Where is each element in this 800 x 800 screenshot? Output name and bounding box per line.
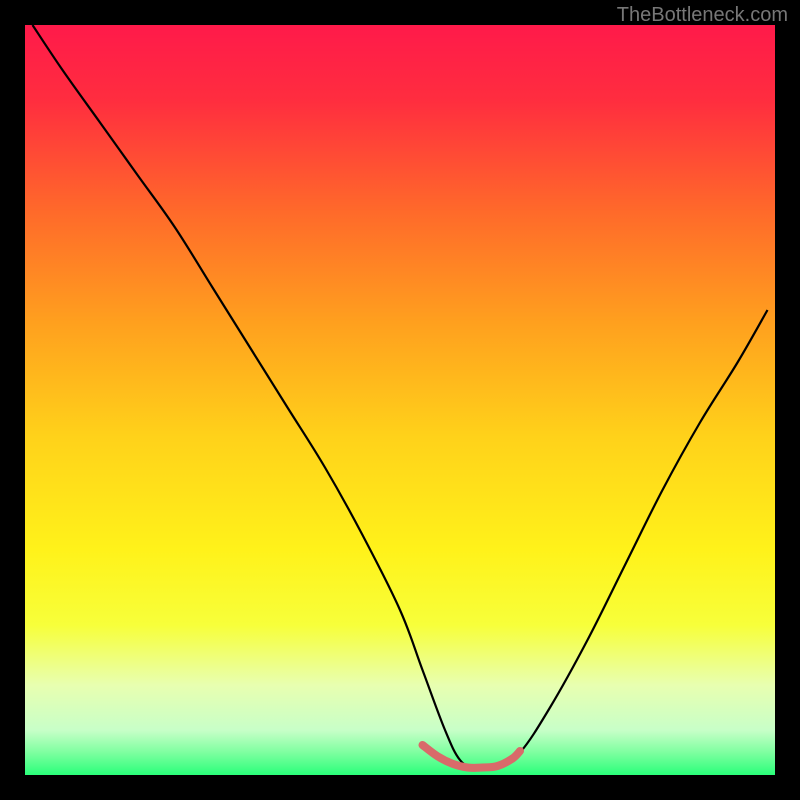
watermark-text: TheBottleneck.com xyxy=(617,4,788,27)
gradient-background xyxy=(25,25,775,775)
bottleneck-chart xyxy=(25,25,775,775)
chart-plot-area xyxy=(25,25,775,775)
